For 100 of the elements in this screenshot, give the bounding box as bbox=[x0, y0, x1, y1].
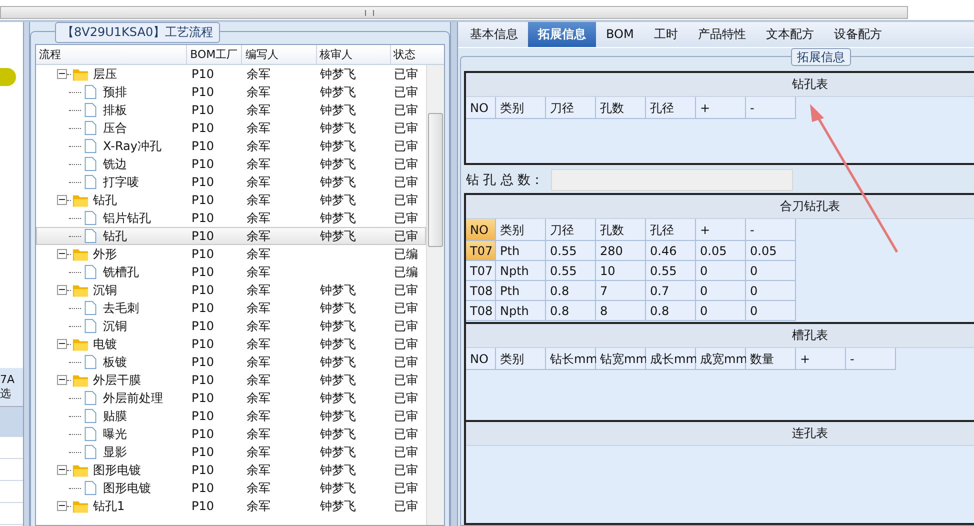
tree-row[interactable]: 沉铜 P10 余军 钟梦飞 已审 bbox=[36, 317, 426, 335]
tree-row[interactable]: 贴膜 P10 余军 钟梦飞 已审 bbox=[36, 407, 426, 425]
total-field[interactable] bbox=[551, 169, 794, 191]
column-header[interactable]: 类别 bbox=[496, 97, 546, 119]
tree-row[interactable]: 沉铜 P10 余军 钟梦飞 已审 bbox=[36, 281, 426, 299]
tree-row[interactable]: 铣槽孔 P10 余军 已编 bbox=[36, 263, 426, 281]
tree-row[interactable]: 层压 P10 余军 钟梦飞 已审 bbox=[36, 65, 426, 83]
column-header[interactable]: - bbox=[846, 348, 896, 370]
column-header[interactable]: NO bbox=[466, 97, 496, 119]
table-cell: 0 bbox=[746, 281, 796, 301]
tree-row[interactable]: 钻孔1 P10 余军 钟梦飞 已审 bbox=[36, 497, 426, 515]
table-cell: P10 bbox=[192, 409, 214, 423]
table-cell: 已审 bbox=[394, 174, 418, 190]
column-header[interactable]: 孔数 bbox=[596, 97, 646, 119]
column-header[interactable]: 成长mm bbox=[646, 348, 696, 370]
splitter-handle[interactable] bbox=[450, 22, 458, 526]
column-header[interactable]: 数量 bbox=[746, 348, 796, 370]
tab[interactable]: 工时 bbox=[644, 22, 688, 47]
tree-row[interactable]: 铣边 P10 余军 钟梦飞 已审 bbox=[36, 155, 426, 173]
table-cell: 余军 bbox=[246, 300, 271, 316]
table-cell: 钟梦飞 bbox=[320, 372, 356, 388]
table-cell: 余军 bbox=[246, 480, 271, 496]
column-header[interactable]: 孔径 bbox=[646, 97, 696, 119]
tree-row[interactable]: 显影 P10 余军 钟梦飞 已审 bbox=[36, 443, 426, 461]
tree-row[interactable]: 预排 P10 余军 钟梦飞 已审 bbox=[36, 83, 426, 101]
table-cell: 0.8 bbox=[646, 301, 696, 321]
tree-row[interactable]: 图形电镀 P10 余军 钟梦飞 已审 bbox=[36, 479, 426, 497]
collapse-icon[interactable] bbox=[57, 339, 67, 349]
scrollbar[interactable] bbox=[426, 65, 444, 525]
table-cell: 0 bbox=[746, 301, 796, 321]
column-header[interactable]: 状态 bbox=[390, 45, 444, 64]
column-header[interactable]: - bbox=[746, 97, 796, 119]
step-name: 钻孔 bbox=[103, 228, 127, 244]
tab[interactable]: 拓展信息 bbox=[528, 22, 596, 47]
tree-row[interactable]: 曝光 P10 余军 钟梦飞 已审 bbox=[36, 425, 426, 443]
column-header[interactable]: NO bbox=[466, 219, 496, 241]
splitter-handle[interactable] bbox=[24, 22, 30, 526]
table-cell: 已审 bbox=[394, 444, 418, 460]
tree-row[interactable]: 外形 P10 余军 已编 bbox=[36, 245, 426, 263]
column-header[interactable]: 钻长mm bbox=[546, 348, 596, 370]
tab[interactable]: BOM bbox=[596, 22, 644, 47]
tab[interactable]: 产品特性 bbox=[688, 22, 756, 47]
tree-row[interactable]: 外层前处理 P10 余军 钟梦飞 已审 bbox=[36, 389, 426, 407]
folder-icon bbox=[73, 463, 88, 477]
table-cell: 0.46 bbox=[646, 241, 696, 261]
tree-row[interactable]: 外层干膜 P10 余军 钟梦飞 已审 bbox=[36, 371, 426, 389]
tab[interactable]: 基本信息 bbox=[460, 22, 528, 47]
table-cell: 已审 bbox=[394, 408, 418, 424]
tree-row[interactable]: 钻孔 P10 余军 钟梦飞 已审 bbox=[36, 191, 426, 209]
tree-row[interactable]: 图形电镀 P10 余军 钟梦飞 已审 bbox=[36, 461, 426, 479]
tree-row[interactable]: 去毛刺 P10 余军 钟梦飞 已审 bbox=[36, 299, 426, 317]
step-name: 压合 bbox=[103, 120, 127, 136]
column-header[interactable]: 成宽mm bbox=[696, 348, 746, 370]
collapse-icon[interactable] bbox=[57, 465, 67, 475]
table-cell: 0 bbox=[746, 261, 796, 281]
collapse-icon[interactable] bbox=[57, 195, 67, 205]
column-header[interactable]: 核审人 bbox=[316, 45, 391, 64]
tree-row[interactable]: 打字唛 P10 余军 钟梦飞 已审 bbox=[36, 173, 426, 191]
step-name: 图形电镀 bbox=[93, 462, 141, 478]
column-header[interactable]: 孔径 bbox=[646, 219, 696, 241]
column-header[interactable]: 类别 bbox=[496, 219, 546, 241]
table-cell: 钟梦飞 bbox=[320, 408, 356, 424]
tree-row[interactable]: 压合 P10 余军 钟梦飞 已审 bbox=[36, 119, 426, 137]
tree-row[interactable]: 板镀 P10 余军 钟梦飞 已审 bbox=[36, 353, 426, 371]
column-header[interactable]: NO bbox=[466, 348, 496, 370]
column-header[interactable]: + bbox=[796, 348, 846, 370]
tree-row[interactable]: 电镀 P10 余军 钟梦飞 已审 bbox=[36, 335, 426, 353]
tree-row[interactable]: 铝片钻孔 P10 余军 钟梦飞 已审 bbox=[36, 209, 426, 227]
column-header[interactable]: 钻宽mm bbox=[596, 348, 646, 370]
table-cell: 0 bbox=[696, 281, 746, 301]
table-cell: Pth bbox=[496, 281, 546, 301]
column-header[interactable]: 刀径 bbox=[546, 219, 596, 241]
tab[interactable]: 设备配方 bbox=[824, 22, 892, 47]
tree-row[interactable]: 钻孔 P10 余军 钟梦飞 已审 bbox=[36, 227, 426, 245]
column-header[interactable]: 刀径 bbox=[546, 97, 596, 119]
collapse-icon[interactable] bbox=[57, 249, 67, 259]
scrollbar[interactable] bbox=[0, 6, 908, 19]
collapse-icon[interactable] bbox=[57, 69, 67, 79]
column-header[interactable]: 流程 bbox=[36, 45, 188, 64]
tree-row[interactable]: 排板 P10 余军 钟梦飞 已审 bbox=[36, 101, 426, 119]
file-icon bbox=[83, 319, 98, 333]
column-header[interactable]: - bbox=[746, 219, 796, 241]
collapse-icon[interactable] bbox=[57, 285, 67, 295]
table-cell: 已审 bbox=[394, 390, 418, 406]
column-header[interactable]: + bbox=[696, 219, 746, 241]
collapse-icon[interactable] bbox=[57, 375, 67, 385]
column-header[interactable]: 类别 bbox=[496, 348, 546, 370]
column-header[interactable]: 孔数 bbox=[596, 219, 646, 241]
tree-row[interactable]: X-Ray冲孔 P10 余军 钟梦飞 已审 bbox=[36, 137, 426, 155]
tab[interactable]: 文本配方 bbox=[756, 22, 824, 47]
step-name: 外层干膜 bbox=[93, 372, 141, 388]
step-name: 铣边 bbox=[103, 156, 127, 172]
table-cell: 钟梦飞 bbox=[320, 300, 356, 316]
column-header[interactable]: 编写人 bbox=[242, 45, 317, 64]
column-header[interactable]: BOM工厂 bbox=[187, 45, 242, 64]
collapse-icon[interactable] bbox=[57, 501, 67, 511]
file-icon bbox=[83, 391, 98, 405]
column-header[interactable]: + bbox=[696, 97, 746, 119]
table-cell: 0.7 bbox=[646, 281, 696, 301]
step-name: 预排 bbox=[103, 84, 127, 100]
